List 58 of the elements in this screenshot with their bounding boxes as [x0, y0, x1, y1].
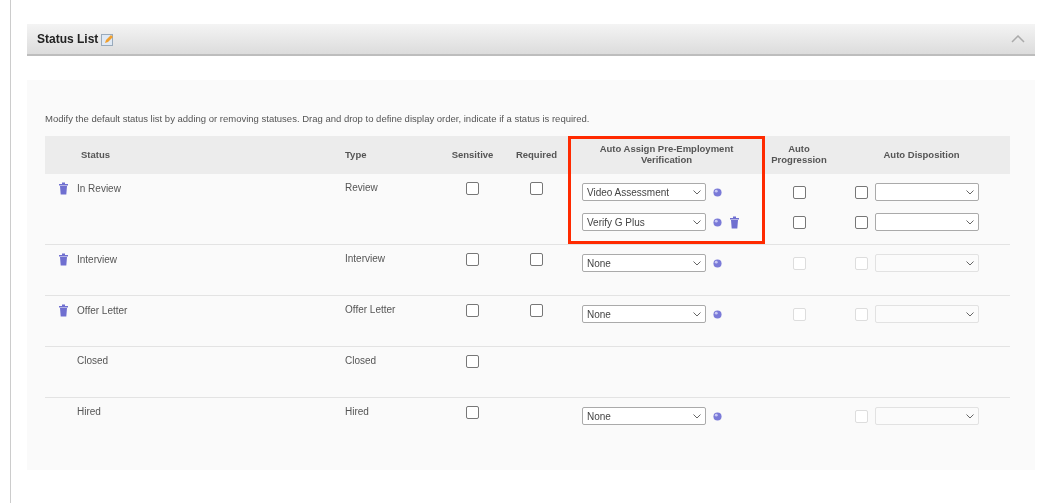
sphere-icon[interactable]: [713, 258, 722, 268]
column-header: Auto Disposition: [833, 136, 1010, 174]
panel-title: Status List: [37, 32, 99, 46]
checkbox[interactable]: [792, 215, 806, 229]
chevron-icon: [693, 311, 701, 317]
assessment-dropdown[interactable]: None: [582, 407, 706, 425]
assessment-dropdown[interactable]: Verify G Plus: [582, 213, 706, 231]
status-name: In Review: [77, 183, 121, 194]
trash-icon[interactable]: [58, 253, 69, 266]
status-name: Closed: [77, 355, 109, 366]
sphere-icon[interactable]: [713, 187, 722, 197]
disposition-dropdown[interactable]: [875, 183, 979, 201]
checkbox[interactable]: [530, 253, 543, 266]
checkbox[interactable]: [792, 185, 806, 199]
status-type: Closed: [344, 355, 378, 366]
status-name: Hired: [77, 406, 101, 417]
chevron-icon: [966, 260, 974, 266]
chevron-icon: [693, 189, 701, 195]
chevron-icon: [693, 219, 701, 225]
assessment-dropdown[interactable]: None: [582, 254, 706, 272]
sphere-icon[interactable]: [713, 309, 722, 319]
assessment-dropdown[interactable]: Video Assessment: [582, 183, 706, 201]
sphere-icon[interactable]: [713, 411, 722, 421]
checkbox[interactable]: [530, 182, 543, 195]
chevron-icon: [966, 189, 974, 195]
trash-icon[interactable]: [729, 215, 740, 229]
checkbox[interactable]: [466, 355, 479, 368]
status-type: Hired: [344, 406, 370, 417]
column-header: Sensitive: [440, 136, 505, 174]
status-type: Interview: [344, 253, 386, 264]
status-type: Offer Letter: [344, 304, 397, 315]
instructions-text: Modify the default status list by adding or removing statuses. Drag and drop to define display order, indicate if a status is required.: [45, 113, 591, 124]
column-header: Status: [45, 136, 340, 174]
checkbox[interactable]: [530, 304, 543, 317]
checkbox[interactable]: [466, 182, 479, 195]
column-header: Type: [340, 136, 440, 174]
sphere-icon[interactable]: [713, 217, 722, 227]
status-name: Offer Letter: [77, 305, 128, 316]
chevron-icon: [966, 413, 974, 419]
disposition-dropdown[interactable]: [875, 213, 979, 231]
status-name: Interview: [77, 254, 117, 265]
column-header: Auto Progression: [765, 136, 833, 174]
chevron-icon: [966, 311, 974, 317]
caret-icon[interactable]: [1011, 35, 1025, 43]
trash-icon[interactable]: [58, 304, 69, 317]
checkbox[interactable]: [466, 304, 479, 317]
chevron-icon: [693, 260, 701, 266]
assessment-dropdown[interactable]: None: [582, 305, 706, 323]
edit-icon[interactable]: [101, 32, 115, 46]
trash-icon[interactable]: [58, 182, 69, 195]
chevron-icon: [693, 413, 701, 419]
checkbox[interactable]: [466, 253, 479, 266]
chevron-icon: [966, 219, 974, 225]
status-type: Review: [344, 182, 379, 193]
checkbox[interactable]: [855, 185, 868, 199]
checkbox[interactable]: [855, 215, 868, 229]
column-header: Required: [505, 136, 568, 174]
checkbox[interactable]: [466, 406, 479, 419]
